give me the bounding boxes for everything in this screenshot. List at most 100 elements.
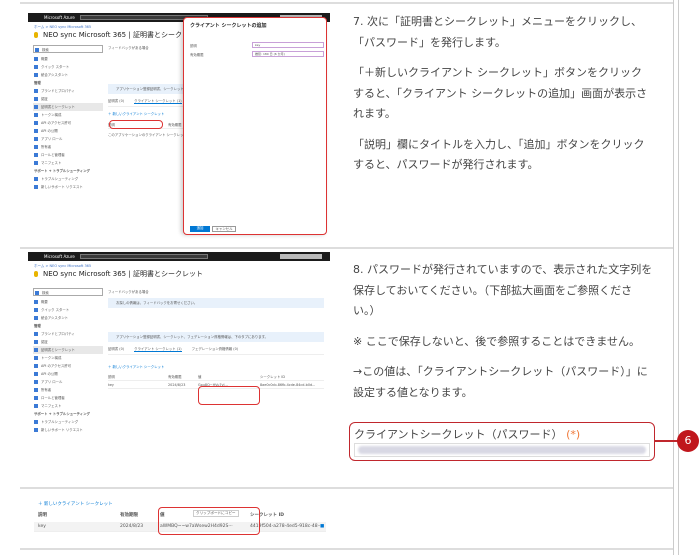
sidebar-item: サポート + トラブルシューティング	[34, 169, 90, 173]
paragraph: ※ ここで保存しないと、後で参照することはできません。	[353, 334, 640, 348]
row-divider	[20, 487, 673, 489]
cell: 8ae0c0cb-86fb-4cde-84cd-b0d...	[260, 383, 316, 387]
brand: Microsoft Azure	[44, 15, 75, 20]
tabs: 証明書 (0) クライアント シークレット (1) フェデレーション資格情報 (0)	[108, 346, 324, 355]
sidebar-item: 認証	[33, 338, 103, 346]
sidebar-item: ロールと管理者	[33, 394, 103, 402]
sidebar-item: 検索	[33, 288, 103, 296]
callout-badge: 6	[677, 430, 699, 452]
screenshot-add-secret: Microsoft Azure ホーム > NEO sync Microsoft…	[28, 13, 330, 239]
step8-text: 8. パスワードが発行されていますので、表示された文字列を保存しておいてください…	[353, 260, 653, 413]
label-text: クライアントシークレット（パスワード）	[354, 428, 563, 441]
expiry-select: 推奨: 180 日 (6 か月)	[252, 51, 324, 57]
cell: 2024/8/23	[168, 383, 186, 387]
sidebar-item: ブランドとプロパティ	[33, 87, 103, 95]
cancel-button: キャンセル	[212, 226, 236, 232]
paragraph: 8. パスワードが発行されていますので、表示された文字列を保存しておいてください…	[353, 263, 653, 317]
paragraph: 「＋新しいクライアント シークレット」ボタンをクリックすると、「クライアント シ…	[353, 66, 648, 120]
row-divider	[20, 247, 673, 249]
callout-line	[655, 440, 679, 442]
col: 説明	[38, 513, 47, 518]
step7-text: 7. 次に「証明書とシークレット」メニューをクリックし、「パスワード」を発行しま…	[353, 12, 653, 186]
sidebar-item: API の公開	[33, 370, 103, 378]
sidebar-item: マニフェスト	[33, 159, 103, 167]
tab: クライアント シークレット (1)	[134, 347, 182, 352]
add-button: 追加	[190, 226, 210, 232]
account	[280, 254, 322, 259]
sidebar-item: 統合アシスタント	[33, 71, 103, 79]
table-header: 説明 有効期限 値 シークレット ID	[108, 373, 324, 381]
add-secret-panel: クライアント シークレットの追加 説明 key 有効期限 推奨: 180 日 (…	[183, 17, 327, 235]
row-divider	[20, 2, 673, 4]
sidebar-item: ロールと管理者	[33, 151, 103, 159]
tab: フェデレーション資格情報 (0)	[191, 347, 239, 351]
highlight-value	[198, 386, 260, 405]
key-icon	[34, 32, 38, 38]
panel-title: クライアント シークレットの追加	[190, 23, 267, 29]
sidebar-item: トークン構成	[33, 111, 103, 119]
highlight-new-secret	[109, 120, 163, 129]
row-divider	[20, 548, 673, 550]
cell: key	[108, 383, 114, 387]
cell: 4419f504-a278-4ed5-918c-48···	[250, 524, 320, 529]
paragraph: 「説明」欄にタイトルを入力し、「追加」ボタンをクリックすると、パスワードが発行さ…	[353, 137, 645, 172]
new-secret-button: ＋ 新しいクライアント シークレット	[108, 365, 165, 369]
cell: key	[38, 524, 46, 529]
screenshot-secret-created: Microsoft Azure ホーム > NEO sync Microsoft…	[28, 252, 330, 483]
sidebar-item: 管理	[34, 81, 41, 85]
sidebar-item: ブランドとプロパティ	[33, 330, 103, 338]
expiry-label: 有効期限	[190, 53, 204, 57]
sidebar-item: 概要	[33, 55, 103, 63]
sidebar-item: API のアクセス許可	[33, 362, 103, 370]
feedback-link: フィードバックがある場合	[108, 290, 149, 294]
brand: Microsoft Azure	[44, 254, 75, 259]
tab: 証明書 (0)	[108, 347, 125, 351]
sidebar-item: 証明書とシークレット	[33, 103, 103, 111]
sidebar-item: API の公開	[33, 127, 103, 135]
sidebar-item: サポート + トラブルシューティング	[34, 412, 90, 416]
azure-topbar: Microsoft Azure	[28, 252, 330, 261]
sidebar: 検索 概要 クイック スタート 統合アシスタント 管理 ブランドとプロパティ 認証 証明書とシ…	[33, 45, 103, 191]
cell: 2024/8/23	[120, 524, 144, 529]
paragraph: →この値は、「クライアントシークレット（パスワード）」に設定する値となります。	[353, 365, 648, 399]
tab: クライアント シークレット (1)	[134, 99, 182, 104]
sidebar: 検索 概要 クイック スタート 統合アシスタント 管理 ブランドとプロパティ 認証 証明書とシ…	[33, 288, 103, 434]
sidebar-item: 所有者	[33, 386, 103, 394]
col: シークレット ID	[260, 375, 286, 379]
sidebar-item: 証明書とシークレット	[33, 346, 103, 354]
tab: 証明書 (0)	[108, 99, 125, 103]
sidebar-item: アプリ ロール	[33, 378, 103, 386]
sidebar-item: API のアクセス許可	[33, 119, 103, 127]
desc-input: key	[252, 42, 324, 48]
sidebar-item: 所有者	[33, 143, 103, 151]
screenshot-zoomed-row: ＋ 新しいクライアント シークレット 説明 有効期限値シークレット ID key 2…	[28, 494, 330, 544]
sidebar-item: 管理	[34, 324, 41, 328]
highlight-value	[158, 507, 260, 535]
col: 説明	[108, 375, 115, 379]
sidebar-item: 統合アシスタント	[33, 314, 103, 322]
sidebar-item: 概要	[33, 298, 103, 306]
info-banner: お探しの情報は、フィードバックをお寄せください。	[108, 298, 324, 308]
sidebar-item: トラブルシューティング	[33, 175, 103, 183]
paragraph: 7. 次に「証明書とシークレット」メニューをクリックし、「パスワード」を発行しま…	[353, 15, 642, 49]
new-secret-button: ＋ 新しいクライアント シークレット	[38, 501, 113, 507]
col: 有効期限	[168, 123, 182, 127]
sidebar-item: トークン構成	[33, 354, 103, 362]
sidebar-item: 新しいサポート リクエスト	[33, 183, 103, 191]
sidebar-item: トラブルシューティング	[33, 418, 103, 426]
delete-icon: ■	[320, 524, 325, 529]
label: ＋ 新しいクライアント シークレット	[38, 502, 113, 507]
blurred-value	[358, 446, 646, 454]
col: 有効期限	[168, 375, 182, 379]
page-title: NEO sync Microsoft 365 | 証明書とシークレット	[43, 270, 203, 278]
required-mark: (*)	[566, 428, 581, 441]
key-icon	[34, 271, 38, 277]
client-secret-field: クライアントシークレット（パスワード） (*)	[349, 422, 655, 461]
description-text	[108, 312, 324, 328]
col: 有効期限	[120, 513, 138, 518]
field-label: クライアントシークレット（パスワード） (*)	[354, 426, 580, 442]
search-box	[80, 254, 208, 259]
sidebar-item: クイック スタート	[33, 63, 103, 71]
main-area: フィードバックがある場合 お探しの情報は、フィードバックをお寄せください。 アプ…	[108, 289, 324, 389]
client-secret-input[interactable]	[354, 443, 650, 457]
